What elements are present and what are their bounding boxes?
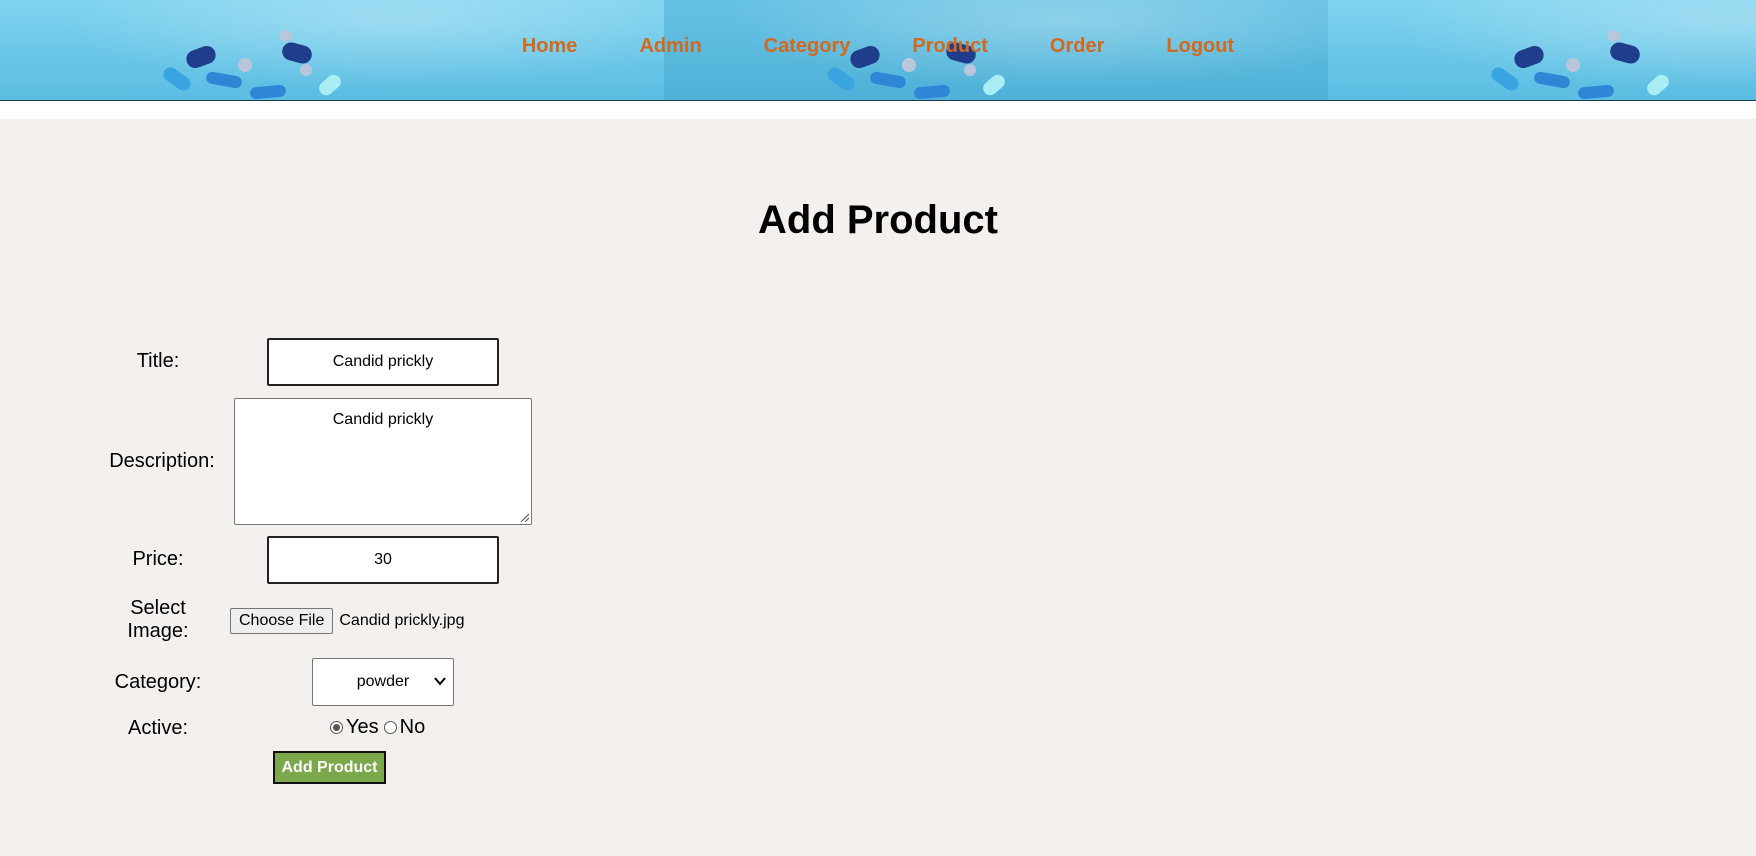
nav-link-category[interactable]: Category — [764, 30, 851, 62]
description-label: Description: — [109, 450, 215, 472]
active-label: Active: — [127, 717, 189, 739]
select-image-label: Select Image: — [118, 597, 198, 643]
active-radio-group: Yes No — [328, 716, 425, 739]
select-image-label-line1: Select — [130, 597, 186, 619]
choose-file-button[interactable]: Choose File — [230, 608, 334, 634]
site-header: Home Admin Category Product Order Logout — [0, 0, 1756, 101]
category-select[interactable]: powder — [312, 658, 454, 706]
add-product-button[interactable]: Add Product — [273, 751, 386, 784]
chevron-down-icon — [434, 677, 446, 686]
active-no-label: No — [399, 716, 426, 738]
resize-grip-icon[interactable] — [519, 512, 529, 522]
file-name: Candid prickly.jpg — [339, 612, 465, 629]
select-image-label-line2: Image: — [127, 620, 189, 642]
category-label: Category: — [114, 671, 202, 693]
file-upload: Choose File Candid prickly.jpg — [230, 608, 464, 634]
description-text: Candid prickly — [332, 411, 434, 428]
category-selected-value: powder — [356, 673, 410, 690]
main-nav: Home Admin Category Product Order Logout — [0, 30, 1756, 62]
nav-link-logout[interactable]: Logout — [1166, 30, 1234, 62]
active-yes-label: Yes — [346, 716, 379, 738]
price-label: Price: — [132, 548, 184, 570]
nav-link-product[interactable]: Product — [912, 30, 988, 62]
page-title: Add Product — [758, 198, 998, 242]
header-divider — [0, 101, 1756, 119]
title-label: Title: — [136, 350, 180, 372]
description-textarea[interactable]: Candid prickly — [234, 398, 532, 525]
title-input[interactable] — [267, 338, 499, 386]
nav-link-home[interactable]: Home — [522, 30, 578, 62]
nav-link-order[interactable]: Order — [1050, 30, 1104, 62]
price-input[interactable] — [267, 536, 499, 584]
nav-link-admin[interactable]: Admin — [639, 30, 701, 62]
active-no-radio[interactable] — [383, 721, 397, 734]
active-yes-radio[interactable] — [330, 721, 343, 734]
